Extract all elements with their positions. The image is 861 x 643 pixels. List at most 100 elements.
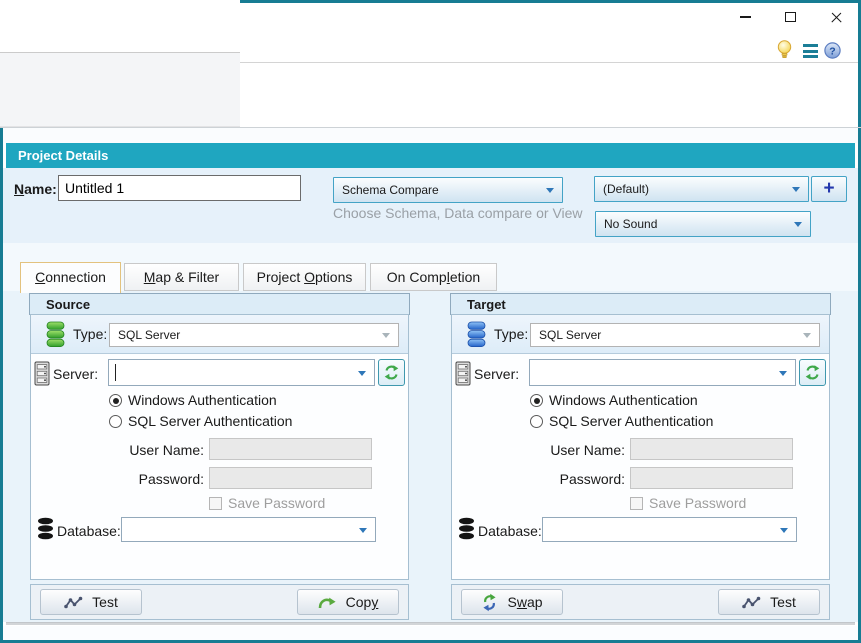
tab-label: Connection: [35, 269, 106, 285]
label-part: onnection: [45, 269, 106, 285]
tab-map-filter[interactable]: Map & Filter: [124, 263, 239, 291]
target-panel-header: Target: [450, 293, 831, 315]
target-type-value: SQL Server: [539, 328, 803, 342]
label-part: ptions: [315, 269, 352, 285]
source-server-combobox[interactable]: [108, 359, 375, 386]
dropdown-arrow-icon: [359, 528, 367, 537]
password-label: Password:: [492, 471, 625, 487]
add-profile-button[interactable]: +: [811, 176, 847, 202]
label-part: M: [144, 269, 156, 285]
username-label: User Name:: [492, 442, 625, 458]
target-panel-body: Type: SQL Server Server:: [451, 314, 830, 580]
maximize-button[interactable]: [778, 7, 802, 27]
database-label: Database:: [57, 523, 121, 539]
target-windows-auth-radio[interactable]: [530, 394, 543, 407]
help-button[interactable]: ?: [823, 41, 842, 60]
tab-project-options[interactable]: Project Options: [243, 263, 366, 291]
project-name-label: Name:: [14, 181, 57, 197]
source-panel: Source Type: SQL Server: [29, 293, 410, 620]
tab-connection[interactable]: Connection: [20, 262, 121, 293]
server-label: Server:: [53, 366, 98, 382]
target-panel-footer: Swap Test: [451, 584, 830, 620]
sound-dropdown[interactable]: No Sound: [595, 211, 811, 237]
tab-label: Project Options: [257, 269, 353, 285]
compare-type-value: Schema Compare: [342, 183, 546, 197]
lightbulb-icon: [777, 40, 792, 60]
source-sql-auth-radio[interactable]: [109, 415, 122, 428]
toolbar-divider: [240, 62, 858, 63]
tab-on-completion[interactable]: On Completion: [370, 263, 497, 291]
source-save-password-label: Save Password: [228, 495, 325, 511]
help-icon: ?: [824, 42, 841, 59]
button-label: Test: [770, 594, 796, 610]
target-refresh-servers-button[interactable]: [799, 359, 826, 386]
target-type-dropdown: SQL Server: [530, 323, 820, 347]
sound-value: No Sound: [604, 217, 794, 231]
compare-type-dropdown[interactable]: Schema Compare: [333, 177, 563, 203]
tab-label: Map & Filter: [144, 269, 219, 285]
source-panel-body: Type: SQL Server Server:: [30, 314, 409, 580]
window-border-top: [240, 0, 861, 3]
test-icon: [64, 596, 83, 609]
close-icon: [830, 11, 843, 24]
copy-icon: [318, 595, 337, 610]
source-test-button[interactable]: Test: [40, 589, 142, 615]
button-label: Swap: [507, 594, 542, 610]
close-button[interactable]: [824, 7, 848, 27]
tips-button[interactable]: [774, 39, 794, 61]
swap-icon: [481, 593, 498, 612]
target-save-password-label: Save Password: [649, 495, 746, 511]
maximize-icon: [785, 12, 796, 22]
project-details-header: Project Details: [6, 143, 855, 168]
dropdown-arrow-icon: [779, 371, 787, 380]
source-type-dropdown: SQL Server: [109, 323, 399, 347]
label-part: ap: [527, 594, 543, 610]
source-copy-button[interactable]: Copy: [297, 589, 399, 615]
dropdown-arrow-icon: [546, 188, 554, 197]
username-label: User Name:: [71, 442, 204, 458]
project-name-input[interactable]: [58, 175, 301, 201]
text-caret: [115, 364, 116, 381]
label-part: etion: [450, 269, 480, 285]
target-server-combobox[interactable]: [529, 359, 796, 386]
target-title: Target: [467, 297, 506, 312]
server-icon: [455, 361, 471, 391]
dropdown-arrow-icon: [382, 333, 390, 342]
source-save-password-checkbox: [209, 497, 222, 510]
password-label: Password:: [71, 471, 204, 487]
dropdown-arrow-icon: [780, 528, 788, 537]
database-type-icon: [467, 321, 486, 353]
dropdown-arrow-icon: [792, 187, 800, 196]
test-icon: [742, 596, 761, 609]
panel-top-strip: [3, 128, 858, 143]
bottom-divider: [6, 622, 855, 625]
source-database-dropdown[interactable]: [121, 517, 376, 542]
profile-dropdown[interactable]: (Default): [594, 176, 809, 202]
button-label: Copy: [346, 594, 379, 610]
label-part: C: [35, 269, 45, 285]
target-panel: Target Type: SQL Server: [450, 293, 831, 620]
type-label: Type:: [73, 326, 107, 342]
minimize-icon: [740, 16, 751, 18]
target-database-dropdown[interactable]: [542, 517, 797, 542]
label-part: O: [304, 269, 315, 285]
source-type-value: SQL Server: [118, 328, 382, 342]
target-test-button[interactable]: Test: [718, 589, 820, 615]
main-menu-button[interactable]: [801, 43, 819, 59]
label-part: ame:: [24, 181, 57, 197]
server-icon: [34, 361, 50, 391]
minimize-button[interactable]: [733, 7, 757, 27]
type-label: Type:: [494, 326, 528, 342]
target-sql-auth-radio[interactable]: [530, 415, 543, 428]
source-windows-auth-radio[interactable]: [109, 394, 122, 407]
source-username-input: [209, 438, 372, 460]
swap-button[interactable]: Swap: [461, 589, 563, 615]
target-password-input: [630, 467, 793, 489]
source-title: Source: [46, 297, 90, 312]
label-part: ap & Filter: [155, 269, 219, 285]
target-sql-auth-label: SQL Server Authentication: [549, 413, 713, 429]
source-refresh-servers-button[interactable]: [378, 359, 405, 386]
dropdown-arrow-icon: [803, 333, 811, 342]
refresh-icon: [804, 364, 821, 381]
svg-text:?: ?: [829, 45, 835, 57]
